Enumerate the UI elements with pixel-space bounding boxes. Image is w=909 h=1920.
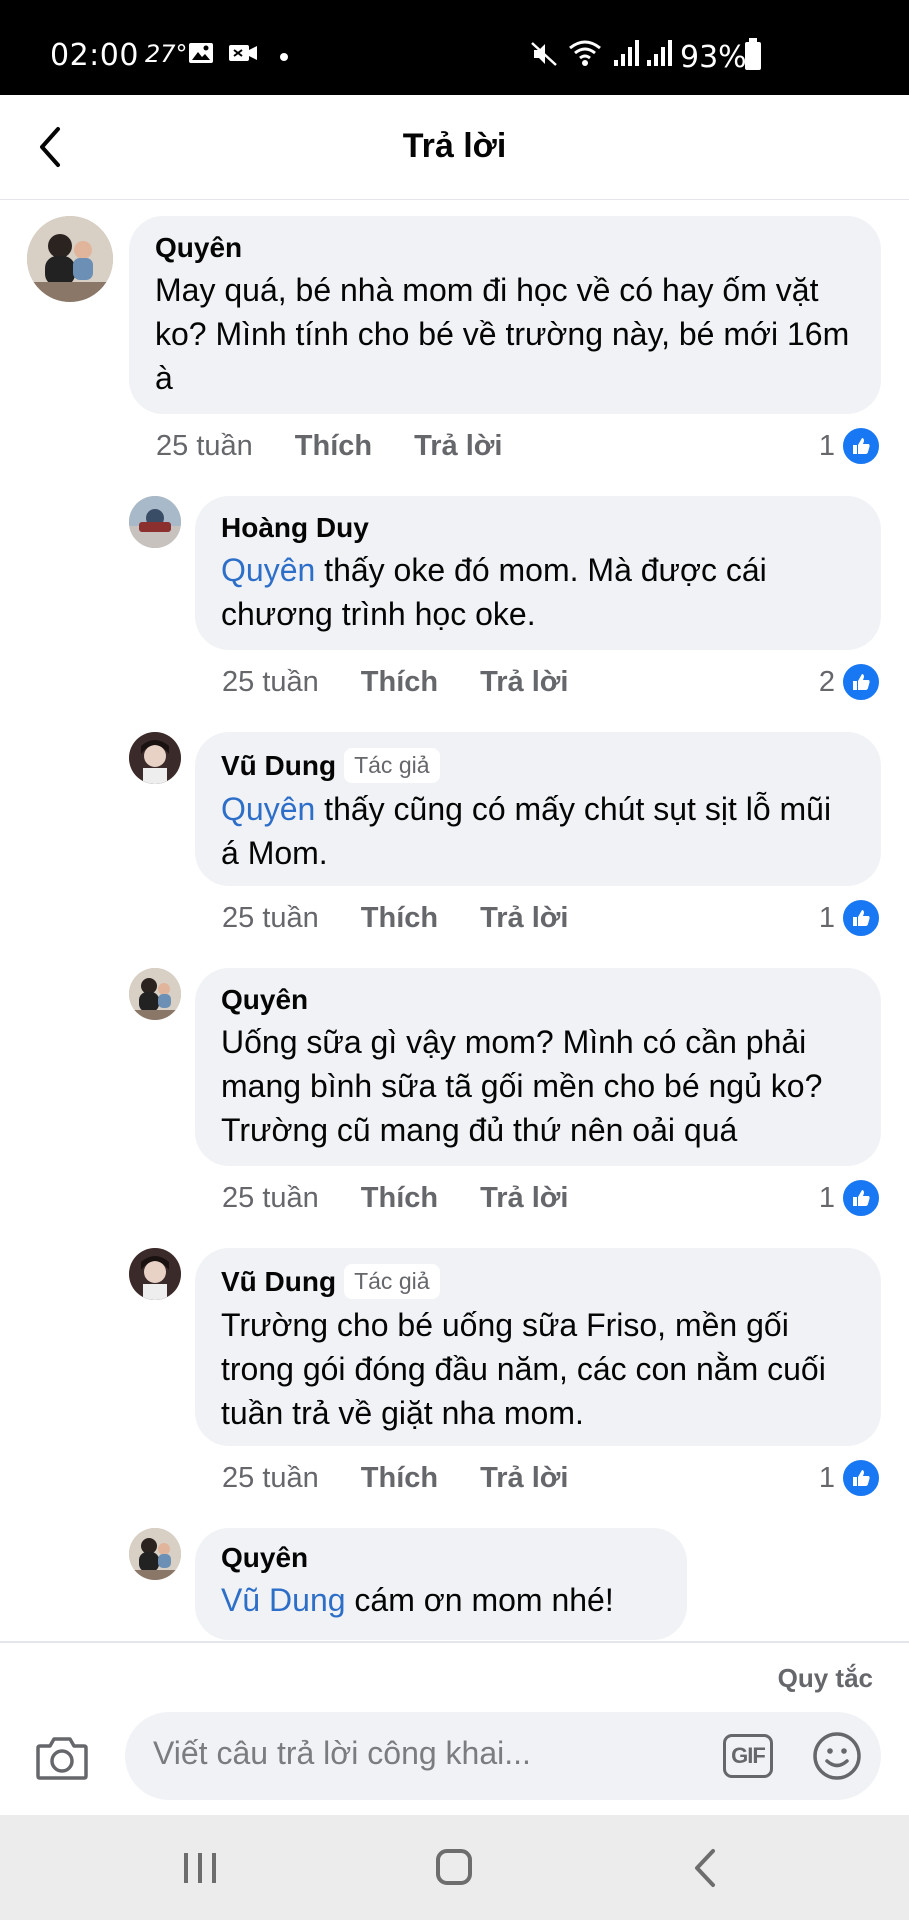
comment-actions: 25 tuần Thích Trả lời (222, 1182, 610, 1215)
reply-link[interactable]: Trả lời (480, 1182, 568, 1214)
comment-time[interactable]: 25 tuần (222, 1182, 319, 1214)
comment-time[interactable]: 25 tuần (222, 666, 319, 698)
mute-icon (531, 42, 557, 66)
battery-percent: 93% (680, 40, 747, 75)
comment-author[interactable]: Quyên (221, 984, 308, 1016)
comment-actions: 25 tuần Thích Trả lời (222, 902, 610, 935)
thumbs-up-icon (841, 662, 881, 702)
comment-bubble[interactable]: Quyên May quá, bé nhà mom đi học về có h… (129, 216, 881, 414)
screen-record-icon (229, 45, 257, 61)
reply-link[interactable]: Trả lời (480, 666, 568, 698)
camera-icon[interactable] (34, 1730, 90, 1786)
reaction-count[interactable]: 2 (819, 662, 881, 702)
comment-time[interactable]: 25 tuần (222, 902, 319, 934)
like-link[interactable]: Thích (361, 1182, 438, 1214)
comment-text: Uống sữa gì vậy mom? Mình có cần phải ma… (221, 1020, 855, 1152)
like-link[interactable]: Thích (361, 1462, 438, 1494)
avatar[interactable] (129, 732, 181, 784)
like-link[interactable]: Thích (361, 666, 438, 698)
comment-bubble[interactable]: Quyên Uống sữa gì vậy mom? Mình có cần p… (195, 968, 881, 1166)
header: Trả lời (0, 95, 909, 200)
divider (0, 1641, 909, 1643)
comment-body: Uống sữa gì vậy mom? Mình có cần phải ma… (221, 1024, 823, 1148)
comment-bubble[interactable]: Hoàng Duy Quyên thấy oke đó mom. Mà được… (195, 496, 881, 650)
avatar[interactable] (129, 1528, 181, 1580)
signal-icon-2 (647, 40, 672, 66)
status-temperature: 27° (145, 40, 188, 68)
back-nav-icon[interactable] (693, 1848, 717, 1888)
reaction-count[interactable]: 1 (819, 898, 881, 938)
reaction-count[interactable]: 1 (819, 1178, 881, 1218)
home-icon[interactable] (435, 1848, 473, 1886)
thumbs-up-icon (841, 426, 881, 466)
like-count: 1 (818, 901, 835, 934)
comment-body: cám ơn mom nhé! (345, 1582, 614, 1618)
battery-icon (745, 38, 761, 70)
comment-body: May quá, bé nhà mom đi học về có hay ốm … (155, 272, 850, 396)
comment-body: Trường cho bé uống sữa Friso, mền gối tr… (221, 1307, 826, 1431)
comment-bubble[interactable]: Vũ Dung Tác giả Trường cho bé uống sữa Fr… (195, 1248, 881, 1446)
mention-link[interactable]: Vũ Dung (221, 1582, 346, 1618)
reply-link[interactable]: Trả lời (414, 430, 502, 462)
comment-actions: 25 tuần Thích Trả lời (222, 666, 610, 699)
reaction-count[interactable]: 1 (819, 426, 881, 466)
gif-button[interactable]: GIF (723, 1734, 773, 1778)
comment-actions: 25 tuần Thích Trả lời (156, 430, 544, 463)
comment-text: Trường cho bé uống sữa Friso, mền gối tr… (221, 1303, 855, 1435)
comment-bubble[interactable]: Vũ Dung Tác giả Quyên thấy cũng có mấy ch… (195, 732, 881, 886)
thumbs-up-icon (841, 1458, 881, 1498)
avatar[interactable] (129, 496, 181, 548)
smiley-icon[interactable] (811, 1730, 863, 1782)
comment-time[interactable]: 25 tuần (156, 430, 253, 462)
notification-dot (280, 53, 288, 61)
like-link[interactable]: Thích (295, 430, 372, 462)
reply-link[interactable]: Trả lời (480, 902, 568, 934)
recent-apps-icon[interactable] (182, 1851, 218, 1885)
mention-link[interactable]: Quyên (221, 552, 315, 588)
thumbs-up-icon (841, 898, 881, 938)
signal-icon-1 (614, 40, 639, 66)
comment-text: May quá, bé nhà mom đi học về có hay ốm … (155, 268, 855, 400)
reaction-count[interactable]: 1 (819, 1458, 881, 1498)
reply-input[interactable] (151, 1734, 675, 1773)
thumbs-up-icon (841, 1178, 881, 1218)
reply-link[interactable]: Trả lời (480, 1462, 568, 1494)
status-bar: 02:00 27° 93% (0, 0, 909, 95)
comment-author[interactable]: Vũ Dung (221, 750, 336, 782)
comment-author[interactable]: Quyên (155, 232, 242, 264)
like-count: 1 (818, 1461, 835, 1494)
comment-text: Quyên thấy oke đó mom. Mà được cái chươn… (221, 548, 855, 636)
comment-author[interactable]: Quyên (221, 1542, 308, 1574)
comment-thread[interactable]: Quyên May quá, bé nhà mom đi học về có h… (0, 200, 909, 1640)
comment-bubble[interactable]: Quyên Vũ Dung cám ơn mom nhé! (195, 1528, 687, 1640)
system-nav-bar (0, 1815, 909, 1920)
avatar[interactable] (129, 1248, 181, 1300)
author-badge: Tác giả (344, 748, 440, 783)
mention-link[interactable]: Quyên (221, 791, 315, 827)
comment-text: Vũ Dung cám ơn mom nhé! (221, 1578, 661, 1622)
wifi-icon (569, 40, 601, 66)
comment-text: Quyên thấy cũng có mấy chút sụt sịt lỗ m… (221, 787, 855, 875)
comment-time[interactable]: 25 tuần (222, 1462, 319, 1494)
like-link[interactable]: Thích (361, 902, 438, 934)
like-count: 1 (818, 1181, 835, 1214)
author-badge: Tác giả (344, 1264, 440, 1299)
rules-link[interactable]: Quy tắc (778, 1663, 873, 1694)
status-time: 02:00 (50, 38, 139, 73)
like-count: 2 (818, 665, 835, 698)
avatar[interactable] (129, 968, 181, 1020)
comment-author[interactable]: Hoàng Duy (221, 512, 369, 544)
reply-composer[interactable]: GIF (125, 1712, 881, 1800)
gallery-icon (189, 43, 213, 63)
comment-actions: 25 tuần Thích Trả lời (222, 1462, 610, 1495)
page-title: Trả lời (402, 127, 507, 165)
comment-author[interactable]: Vũ Dung (221, 1266, 336, 1298)
like-count: 1 (818, 429, 835, 462)
avatar[interactable] (27, 216, 113, 302)
